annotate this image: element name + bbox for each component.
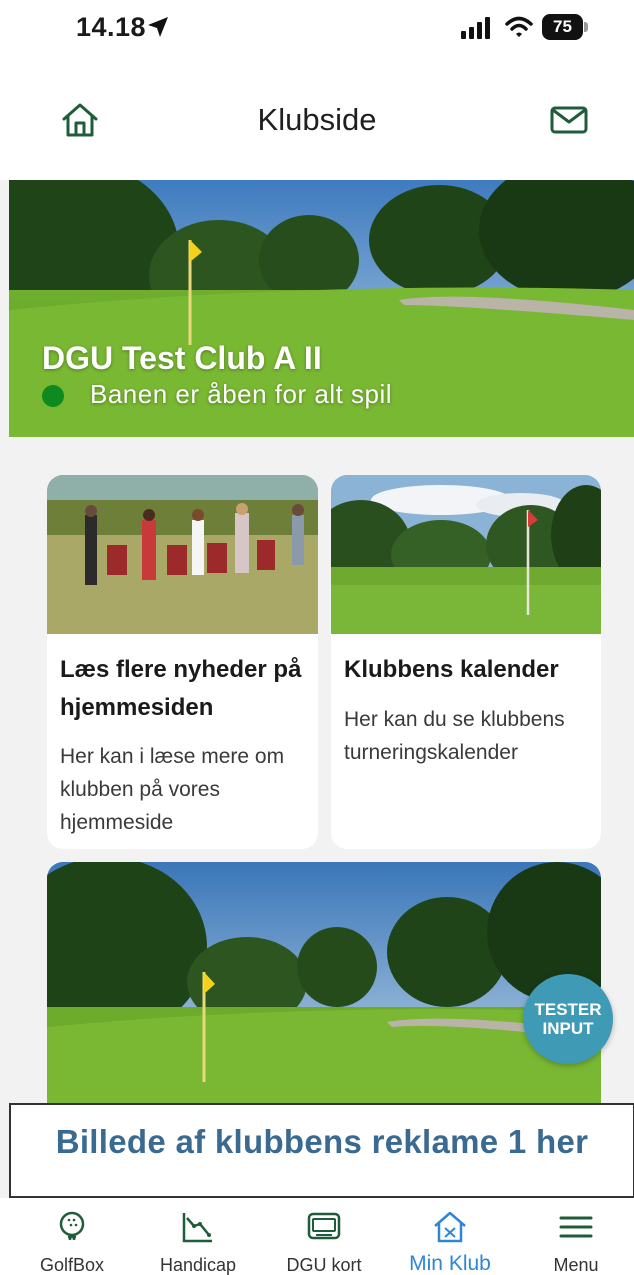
tab-golfbox-label: GolfBox — [39, 1255, 105, 1275]
card-icon — [307, 1212, 341, 1240]
club-hero-banner[interactable]: DGU Test Club A II Banen er åben for alt… — [9, 180, 634, 437]
page-title: Klubside — [257, 102, 377, 137]
club-house-icon — [434, 1211, 466, 1243]
app-screen: 14.18 75 Klubside DGU Test Club A II Ban… — [0, 0, 634, 1275]
tab-menu[interactable]: Menu — [513, 1198, 634, 1275]
calendar-card-image — [331, 475, 601, 634]
battery-indicator: 75 — [542, 14, 588, 40]
chart-icon — [182, 1213, 212, 1243]
tab-handicap-label: Handicap — [159, 1255, 237, 1275]
tab-dgu-kort[interactable]: DGU kort — [261, 1198, 387, 1275]
tester-input-button[interactable]: TESTER INPUT — [523, 974, 613, 1064]
calendar-card-description: Her kan du se klubbens turneringskalende… — [344, 708, 565, 764]
location-arrow-icon — [148, 17, 168, 37]
battery-cap — [584, 22, 588, 32]
tab-handicap[interactable]: Handicap — [135, 1198, 261, 1275]
club-name: DGU Test Club A II — [42, 340, 322, 376]
ad-banner[interactable]: Billede af klubbens reklame 1 her — [9, 1103, 634, 1198]
news-card[interactable]: Læs flere nyheder på hjemmesiden Her kan… — [47, 475, 318, 849]
menu-icon — [559, 1216, 593, 1238]
status-time: 14.18 — [76, 12, 147, 42]
tab-golfbox[interactable]: GolfBox — [9, 1198, 135, 1275]
ad-banner-text: Billede af klubbens reklame 1 her — [55, 1123, 589, 1160]
calendar-card[interactable]: Klubbens kalender Her kan du se klubbens… — [331, 475, 601, 849]
tab-dgu-kort-label: DGU kort — [286, 1255, 362, 1275]
calendar-card-title: Klubbens kalender — [344, 656, 559, 683]
news-card-image — [47, 475, 318, 634]
cellular-signal-icon — [461, 17, 490, 39]
tab-menu-label: Menu — [553, 1255, 599, 1275]
page-header: Klubside — [0, 58, 634, 180]
course-status-dot — [42, 385, 64, 407]
news-card-title: Læs flere nyheder på hjemmesiden — [60, 656, 302, 721]
course-image-card[interactable] — [47, 862, 601, 1112]
wifi-icon — [505, 16, 533, 37]
course-status-text: Banen er åben for alt spil — [90, 379, 393, 409]
battery-level: 75 — [542, 14, 583, 40]
tab-min-klub[interactable]: Min Klub — [387, 1198, 513, 1275]
status-bar: 14.18 75 — [0, 0, 634, 58]
mail-icon[interactable] — [549, 104, 589, 136]
golf-ball-icon — [59, 1211, 85, 1240]
news-card-description: Her kan i læse mere om klubben på vores … — [60, 745, 285, 834]
bottom-tab-bar: GolfBox Handicap DGU kort Min Klub Menu — [0, 1198, 634, 1275]
tester-label-line1: TESTER — [534, 1000, 602, 1019]
tester-label-line2: INPUT — [542, 1019, 594, 1038]
tab-min-klub-label: Min Klub — [409, 1252, 491, 1275]
course-image — [47, 862, 601, 1112]
